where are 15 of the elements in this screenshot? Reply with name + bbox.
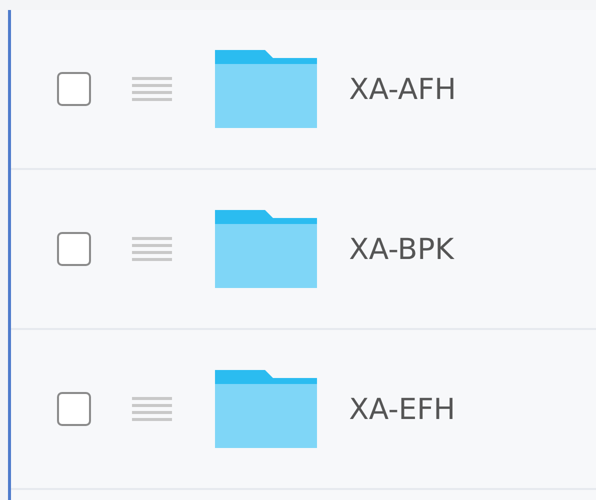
- folder-icon: [215, 210, 317, 288]
- folder-row[interactable]: XA-BPK: [11, 170, 596, 330]
- checkbox[interactable]: [57, 392, 91, 426]
- checkbox[interactable]: [57, 72, 91, 106]
- folder-name: XA-AFH: [349, 72, 456, 106]
- drag-handle-icon[interactable]: [132, 236, 172, 262]
- folder-icon: [215, 50, 317, 128]
- drag-handle-icon[interactable]: [132, 396, 172, 422]
- checkbox[interactable]: [57, 232, 91, 266]
- folder-name: XA-EFH: [349, 392, 456, 426]
- folder-row[interactable]: XA-EFH: [11, 330, 596, 490]
- folder-name: XA-BPK: [349, 232, 454, 266]
- drag-handle-icon[interactable]: [132, 76, 172, 102]
- folder-row[interactable]: XA-AFH: [11, 10, 596, 170]
- folder-icon: [215, 370, 317, 448]
